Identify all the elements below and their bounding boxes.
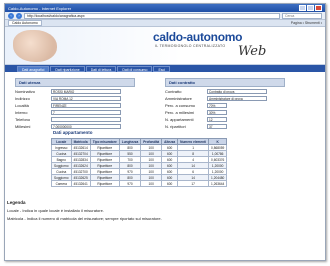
field-label: Contratto: [165, 88, 182, 94]
table-cell: Ripartitore: [89, 180, 120, 187]
back-icon[interactable]: ‹: [8, 12, 14, 19]
address-bar: ‹ › http://localhost/caldo/anagrafica.as…: [5, 12, 325, 20]
contratto-row: Contratto Contratto di prova: [165, 88, 285, 94]
utenza-row: Millesimi 7,000000000: [15, 123, 135, 129]
table-row[interactable]: Camera 45132641 Ripartitore 970 100 600 17 1,26…: [51, 180, 228, 187]
contratto-field[interactable]: Contratto di prova: [207, 88, 267, 94]
contratto-title: Dati contratto: [165, 78, 285, 87]
url-input[interactable]: http://localhost/caldo/anagrafica.aspx: [24, 12, 280, 19]
contratto-row: Perc. a millesimi 30%: [165, 109, 285, 115]
utenza-row: Interno 7: [15, 109, 135, 115]
utenza-row: Telefono: [15, 116, 135, 122]
utenza-row: Località FIRENZE: [15, 102, 135, 108]
indirizzo-field[interactable]: VIA ROMA 12: [51, 95, 121, 101]
field-label: Nominativo: [15, 88, 36, 94]
tools-menu[interactable]: Pagina • Strumenti •: [291, 21, 322, 25]
menu-esci[interactable]: Esci: [153, 65, 171, 72]
appartamenti-field[interactable]: 12: [207, 116, 227, 122]
field-label: N. appartamenti: [165, 116, 194, 122]
millesimi-field[interactable]: 7,000000000: [51, 123, 121, 129]
browser-tab[interactable]: Caldo Autonomo: [8, 20, 42, 26]
contratto-row: N. ripartitori 37: [165, 123, 285, 129]
minimize-button[interactable]: [299, 5, 306, 11]
field-label: Località: [15, 102, 29, 108]
table-cell: 17: [177, 180, 210, 187]
menu-dati-lettura[interactable]: Dati di lettura: [85, 65, 117, 72]
logo: caldo-autonomo: [153, 30, 243, 44]
localita-field[interactable]: FIRENZE: [51, 102, 121, 108]
field-label: Amministratore: [165, 95, 192, 101]
appartamento-title: Dati appartamento: [53, 130, 93, 135]
contratto-row: Amministratore Amministratore di prova: [165, 95, 285, 101]
close-button[interactable]: [315, 5, 322, 11]
perc-consumo-field[interactable]: 70%: [207, 102, 227, 108]
contratto-row: Perc. a consumo 70%: [165, 102, 285, 108]
menu-dati-ripartizione[interactable]: Dati ripartizione: [50, 65, 85, 72]
menu-dati-consumo[interactable]: Dati di consumo: [117, 65, 153, 72]
perc-millesimi-field[interactable]: 30%: [207, 109, 227, 115]
page-content: Dati utenza Nominativo ROSSI MARIO Indiri…: [5, 72, 325, 221]
legenda-line: Matricola - Indica il numero di matricol…: [7, 216, 162, 221]
contratto-panel: Dati contratto Contratto Contratto di pro…: [165, 78, 285, 129]
web-wordmark: Web: [238, 44, 267, 59]
field-label: Perc. a consumo: [165, 102, 196, 108]
amministratore-field[interactable]: Amministratore di prova: [207, 95, 267, 101]
title-bar: Caldo-Autonomo - Internet Explorer: [5, 4, 325, 12]
field-label: Millesimi: [15, 123, 31, 129]
telefono-field[interactable]: [51, 116, 121, 122]
baby-photo: [13, 30, 57, 62]
window-title: Caldo-Autonomo - Internet Explorer: [8, 5, 72, 11]
appartamento-table: Locale Matricola Tipo misuratore Lunghez…: [51, 138, 228, 187]
table-cell: 45132641: [70, 180, 91, 187]
field-label: Perc. a millesimi: [165, 109, 195, 115]
table-cell: 1,263644: [208, 180, 228, 187]
legenda-line: Locale - Indica in quale locale è instal…: [7, 208, 104, 213]
logo-subtitle: IL TERMOSIGNOLO CENTRALIZZATO: [155, 44, 226, 48]
browser-window: Caldo-Autonomo - Internet Explorer ‹ › h…: [4, 3, 326, 261]
utenza-panel: Dati utenza Nominativo ROSSI MARIO Indiri…: [15, 78, 135, 129]
field-label: Telefono: [15, 116, 31, 122]
search-input[interactable]: Cerca: [282, 12, 322, 19]
nominativo-field[interactable]: ROSSI MARIO: [51, 88, 121, 94]
header-banner: caldo-autonomo IL TERMOSIGNOLO CENTRALIZ…: [5, 27, 325, 65]
legenda-title: Legenda: [7, 200, 26, 205]
field-label: N. ripartitori: [165, 123, 186, 129]
ripartitori-field[interactable]: 37: [207, 123, 227, 129]
tab-strip: Caldo Autonomo Pagina • Strumenti •: [5, 20, 325, 27]
field-label: Indirizzo: [15, 95, 30, 101]
table-cell: 100: [140, 180, 163, 187]
table-cell: Camera: [51, 180, 72, 187]
contratto-row: N. appartamenti 12: [165, 116, 285, 122]
menu-dati-anagrafici[interactable]: Dati anagrafici: [17, 65, 50, 72]
maximize-button[interactable]: [307, 5, 314, 11]
table-cell: 600: [161, 180, 179, 187]
table-cell: 970: [118, 180, 142, 187]
legenda: Legenda Locale - Indica in quale locale …: [7, 200, 162, 221]
interno-field[interactable]: 7: [51, 109, 121, 115]
main-menu: Dati anagrafici Dati ripartizione Dati d…: [5, 65, 325, 72]
utenza-row: Nominativo ROSSI MARIO: [15, 88, 135, 94]
utenza-title: Dati utenza: [15, 78, 135, 87]
utenza-row: Indirizzo VIA ROMA 12: [15, 95, 135, 101]
forward-icon[interactable]: ›: [16, 12, 22, 19]
field-label: Interno: [15, 109, 28, 115]
